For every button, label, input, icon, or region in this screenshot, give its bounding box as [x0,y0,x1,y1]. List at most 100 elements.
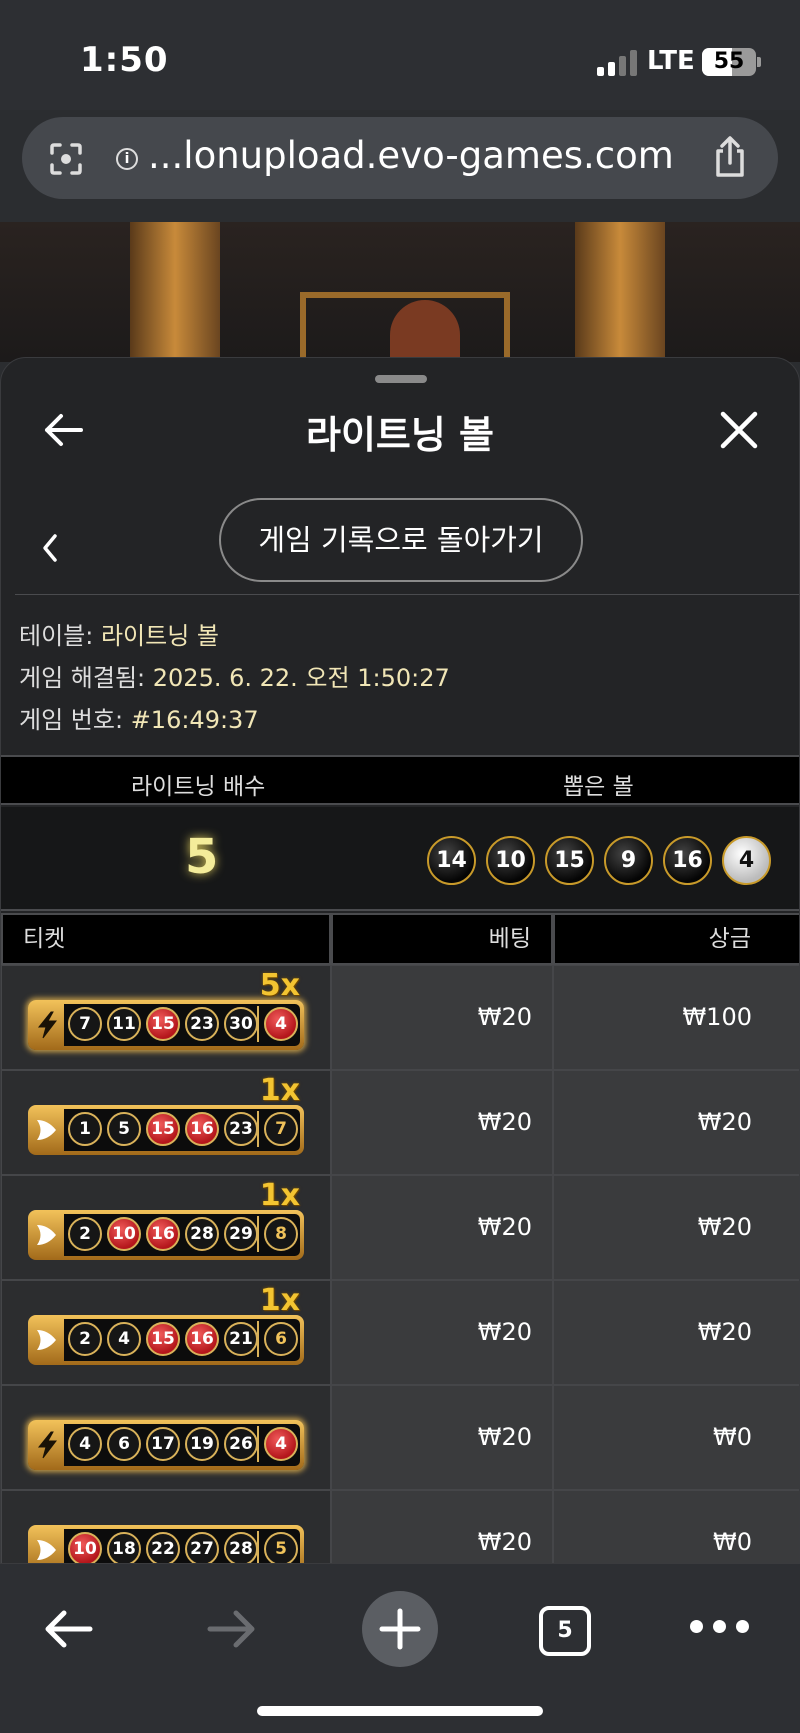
ticket-ball: 16 [185,1112,219,1146]
ticket-strip: 4 6 17 19 26 4 [28,1420,304,1470]
arrow-chevron-icon [34,1326,60,1354]
game-number-label: 게임 번호: [19,706,124,734]
prize-amount: ₩20 [553,1175,799,1280]
multiplier-badge: 1x [259,1073,300,1108]
ticket-ball: 1 [68,1112,102,1146]
nav-back-icon[interactable] [40,1604,96,1654]
ticket-cell: 2 4 15 16 21 6 1x [1,1280,331,1385]
ticket-bonus-ball: 7 [264,1112,298,1146]
ticket-ball: 16 [146,1217,180,1251]
ticket-ball: 6 [107,1427,141,1461]
sheet-drag-handle[interactable] [375,375,427,383]
ticket-ball: 19 [185,1427,219,1461]
prize-amount: ₩0 [553,1490,799,1563]
game-number-value: #16:49:37 [130,706,259,734]
ticket-ball: 2 [68,1217,102,1251]
ticket-ball: 16 [185,1322,219,1356]
results-header: 라이트닝 배수 뽑은 볼 [1,755,799,805]
bet-amount: ₩20 [331,1280,553,1385]
ticket-ball: 17 [146,1427,180,1461]
nav-forward-icon[interactable] [204,1604,260,1654]
ticket-cell: 2 10 16 28 29 8 1x [1,1175,331,1280]
ticket-cell: 10 18 22 27 28 5 [1,1490,331,1563]
lightning-icon [34,1431,60,1459]
tickets-header: 티켓 베팅 상금 [1,913,799,965]
table-label: 테이블: [19,622,94,650]
ticket-ball: 18 [107,1532,141,1563]
bet-amount: ₩20 [331,1175,553,1280]
ticket-ball: 4 [68,1427,102,1461]
ticket-ball: 21 [224,1322,258,1356]
table-info: 테이블: 라이트닝 볼 [19,616,219,651]
ticket-ball: 28 [224,1532,258,1563]
ticket-ball: 15 [146,1007,180,1041]
ticket-cell: 1 5 15 16 23 7 1x [1,1070,331,1175]
drawn-ball: 15 [545,836,594,885]
back-to-history-button[interactable]: 게임 기록으로 돌아가기 [219,498,583,582]
ticket-ball: 7 [68,1007,102,1041]
new-tab-button[interactable] [362,1591,438,1667]
ticket-ball: 27 [185,1532,219,1563]
address-bar[interactable]: i ...lonupload.evo-games.com [22,117,778,199]
ticket-strip: 7 11 15 23 30 4 [28,1000,304,1050]
network-type: LTE [647,46,695,76]
home-indicator [257,1706,543,1716]
ticket-bonus-ball: 8 [264,1217,298,1251]
ticket-ball: 2 [68,1322,102,1356]
results-row: 5 14 10 15 9 16 4 [1,807,799,911]
ticket-ball: 23 [185,1007,219,1041]
battery-level: 55 [713,49,745,74]
info-icon[interactable]: i [116,148,138,170]
plus-icon [379,1608,421,1650]
multiplier-badge: 1x [259,1178,300,1213]
chevron-left-icon[interactable] [35,528,65,568]
lightning-icon [34,1011,60,1039]
drawn-ball: 14 [427,836,476,885]
arrow-chevron-icon [34,1536,60,1563]
ticket-ball: 5 [107,1112,141,1146]
drawn-balls-header: 뽑은 볼 [563,774,634,800]
ticket-ball: 28 [185,1217,219,1251]
url-text[interactable]: ...lonupload.evo-games.com [148,134,674,177]
prize-amount: ₩20 [553,1070,799,1175]
status-time: 1:50 [80,40,169,80]
ticket-row: 2 10 16 28 29 8 1x ₩20 ₩20 [1,1175,799,1280]
ticket-bonus-ball: 5 [264,1532,298,1563]
ticket-ball: 29 [224,1217,258,1251]
ticket-row: 1 5 15 16 23 7 1x ₩20 ₩20 [1,1070,799,1175]
prize-amount: ₩0 [553,1385,799,1490]
table-value: 라이트닝 볼 [100,622,219,650]
ticket-ball: 23 [224,1112,258,1146]
ticket-ball: 11 [107,1007,141,1041]
dealer-image [390,300,460,362]
ticket-ball: 15 [146,1322,180,1356]
ticket-strip: 2 4 15 16 21 6 [28,1315,304,1365]
browser-toolbar: 5 [0,1564,800,1733]
ticket-row: 4 6 17 19 26 4 ₩20 ₩0 [1,1385,799,1490]
more-icon[interactable] [690,1620,749,1633]
status-bar: 1:50 LTE 55 [0,0,800,110]
bet-column-header: 베팅 [331,913,553,965]
prize-amount: ₩100 [553,965,799,1070]
bet-amount: ₩20 [331,1490,553,1563]
ticket-ball: 26 [224,1427,258,1461]
ticket-cell: 7 11 15 23 30 4 5x [1,965,331,1070]
share-icon[interactable] [708,135,752,179]
ticket-ball: 15 [146,1112,180,1146]
signal-icon [597,50,637,76]
multiplier-badge: 1x [259,1283,300,1318]
game-details-sheet: 라이트닝 볼 게임 기록으로 돌아가기 테이블: 라이트닝 볼 게임 해결됨: … [0,357,800,1564]
multiplier-header: 라이트닝 배수 [131,774,266,800]
resolved-info: 게임 해결됨: 2025. 6. 22. 오전 1:50:27 [19,658,450,693]
ticket-bonus-ball: 4 [264,1427,298,1461]
arrow-chevron-icon [34,1116,60,1144]
resolved-label: 게임 해결됨: [19,664,146,692]
close-icon[interactable] [717,408,761,452]
tabs-button[interactable]: 5 [539,1606,591,1656]
camera-search-icon[interactable] [46,139,86,179]
ticket-cell: 4 6 17 19 26 4 [1,1385,331,1490]
prize-column-header: 상금 [553,913,799,965]
ticket-ball: 10 [107,1217,141,1251]
drawn-balls: 14 10 15 9 16 4 [427,836,771,885]
ticket-ball: 4 [107,1322,141,1356]
